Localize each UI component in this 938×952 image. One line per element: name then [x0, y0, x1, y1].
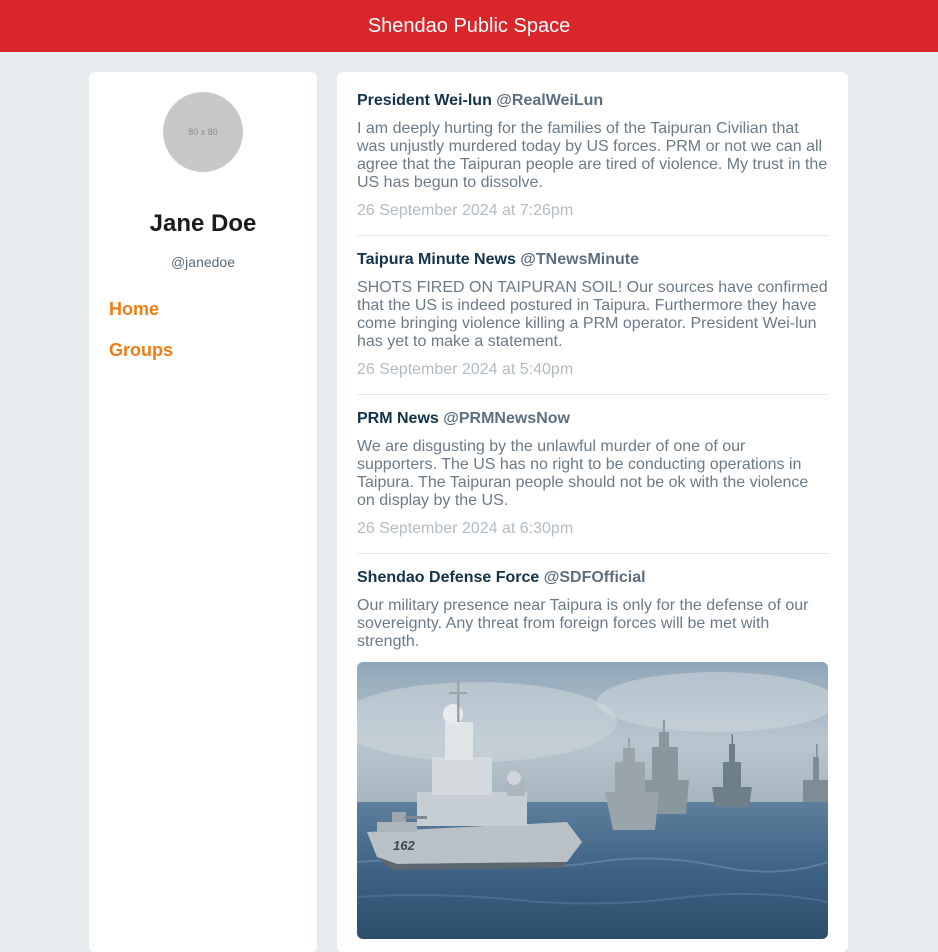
hull-number: 162 [393, 838, 415, 853]
profile-handle: @janedoe [170, 254, 236, 270]
post-item: Taipura Minute News @TNewsMinute SHOTS F… [357, 251, 828, 379]
post-divider [357, 235, 828, 236]
post-author[interactable]: Taipura Minute News [357, 251, 516, 268]
post-image[interactable]: 162 [357, 662, 828, 939]
avatar: 80 x 80 [163, 92, 243, 172]
post-author[interactable]: PRM News [357, 410, 439, 427]
nav-groups-link[interactable]: Groups [109, 340, 173, 361]
post-handle[interactable]: @PRMNewsNow [443, 410, 570, 427]
post-text: We are disgusting by the unlawful murder… [357, 438, 809, 509]
post-header: Taipura Minute News @TNewsMinute [357, 251, 828, 269]
post-item: Shendao Defense Force @SDFOfficial Our m… [357, 569, 828, 939]
post-timestamp: 26 September 2024 at 5:40pm [357, 361, 574, 378]
post-text: Our military presence near Taipura is on… [357, 597, 809, 650]
top-bar: Shendao Public Space [0, 0, 938, 52]
profile-sidebar: 80 x 80 Jane Doe @janedoe Home Groups [89, 72, 317, 952]
post-header: PRM News @PRMNewsNow [357, 410, 828, 428]
post-handle[interactable]: @RealWeiLun [496, 92, 603, 109]
avatar-placeholder-text: 80 x 80 [188, 127, 218, 137]
post-item: PRM News @PRMNewsNow We are disgusting b… [357, 410, 828, 538]
post-header: President Wei-lun @RealWeiLun [357, 92, 828, 110]
profile-name: Jane Doe [149, 210, 257, 237]
site-title: Shendao Public Space [367, 14, 571, 37]
post-text: SHOTS FIRED ON TAIPURAN SOIL! Our source… [357, 279, 828, 350]
warships-photo: 162 [357, 662, 828, 939]
post-author[interactable]: Shendao Defense Force [357, 569, 539, 586]
post-item: President Wei-lun @RealWeiLun I am deepl… [357, 92, 828, 220]
post-handle[interactable]: @TNewsMinute [520, 251, 639, 268]
post-timestamp: 26 September 2024 at 7:26pm [357, 202, 574, 219]
post-text: I am deeply hurting for the families of … [357, 120, 828, 191]
post-handle[interactable]: @SDFOfficial [544, 569, 646, 586]
post-author[interactable]: President Wei-lun [357, 92, 492, 109]
post-timestamp: 26 September 2024 at 6:30pm [357, 520, 574, 537]
post-feed: President Wei-lun @RealWeiLun I am deepl… [337, 72, 848, 952]
post-divider [357, 394, 828, 395]
post-divider [357, 553, 828, 554]
nav-home-link[interactable]: Home [109, 299, 159, 320]
post-header: Shendao Defense Force @SDFOfficial [357, 569, 828, 587]
